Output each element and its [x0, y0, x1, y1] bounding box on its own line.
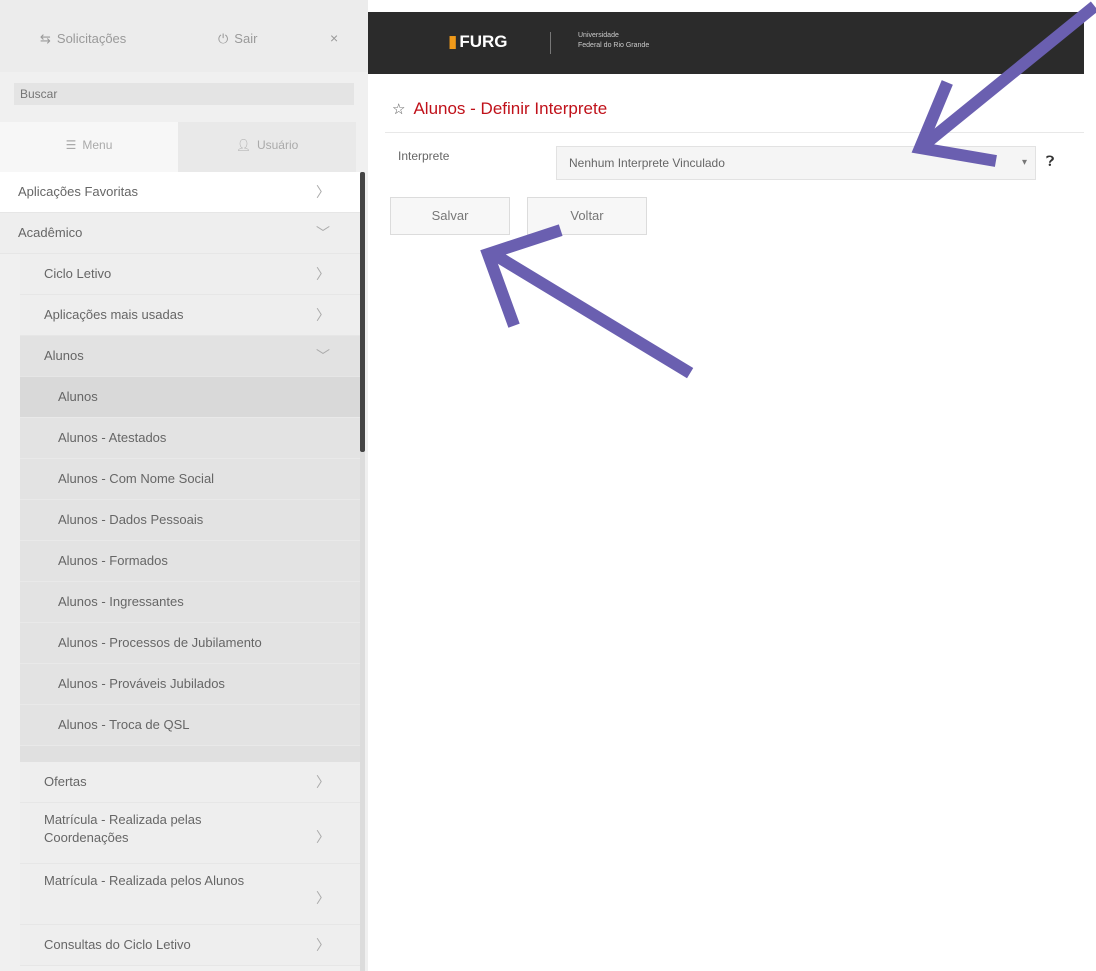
chevron-right-icon: 〉 — [316, 829, 330, 845]
menu-item-alunos-troca-qsl[interactable]: Alunos - Troca de QSL — [20, 705, 360, 746]
menu-item-consultas[interactable]: Consultas do Ciclo Letivo 〉 — [20, 925, 360, 966]
page-title: ☆ Alunos - Definir Interprete — [392, 99, 607, 119]
chevron-right-icon: 〉 — [316, 184, 330, 200]
menu-item-label: Matrícula - Realizada pelas Coordenações — [44, 812, 202, 845]
chevron-down-icon: ﹀ — [316, 225, 330, 241]
menu-item-matricula-alunos[interactable]: Matrícula - Realizada pelos Alunos 〉 — [20, 864, 360, 925]
chevron-right-icon: 〉 — [316, 937, 330, 953]
back-button[interactable]: Voltar — [527, 197, 647, 235]
chevron-down-icon: ▾ — [1021, 157, 1027, 168]
chevron-right-icon: 〉 — [316, 890, 330, 906]
menu-item-label: Matrícula - Realizada pelos Alunos — [44, 873, 245, 888]
tab-user-label: Usuário — [256, 138, 299, 152]
tab-user[interactable]: 👤︎ Usuário — [178, 122, 356, 172]
menu-item-favorites[interactable]: Aplicações Favoritas 〉 — [0, 172, 360, 213]
help-icon[interactable]: ❓︎ — [1046, 153, 1054, 170]
interprete-select[interactable]: Nenhum Interprete Vinculado ▾ — [556, 146, 1036, 180]
logo-subtitle: Universidade Federal do Rio Grande — [578, 31, 649, 51]
scrollbar-track[interactable] — [360, 452, 365, 971]
search-input[interactable] — [14, 83, 354, 105]
menu-item-alunos-formados[interactable]: Alunos - Formados — [20, 541, 360, 582]
menu-item-alunos-nome-social[interactable]: Alunos - Com Nome Social — [20, 459, 360, 500]
interprete-label: Interprete — [398, 149, 450, 163]
interprete-select-value: Nenhum Interprete Vinculado — [569, 156, 725, 170]
user-icon: 👤︎ — [235, 138, 251, 152]
menu-item-academic[interactable]: Acadêmico ﹀ — [0, 213, 360, 254]
menu-item-alunos-atestados[interactable]: Alunos - Atestados — [20, 418, 360, 459]
menu-item-alunos[interactable]: Alunos ﹀ — [20, 336, 360, 377]
menu-item-ofertas[interactable]: Ofertas 〉 — [20, 762, 360, 803]
sidebar: ⇆ Solicitações ⏻ Sair × ☰ Menu 👤︎ Usuário Ap… — [0, 0, 368, 971]
menu-item-label: Alunos — [44, 348, 84, 363]
scrollbar-thumb[interactable] — [360, 172, 365, 452]
chevron-right-icon: 〉 — [316, 266, 330, 282]
chevron-right-icon: 〉 — [316, 774, 330, 790]
menu-item-most-used[interactable]: Aplicações mais usadas 〉 — [20, 295, 360, 336]
logo-subtitle-line2: Federal do Rio Grande — [578, 42, 650, 49]
requests-label: Solicitações — [56, 31, 127, 46]
menu-item-alunos-ingressantes[interactable]: Alunos - Ingressantes — [20, 582, 360, 623]
menu-item-label: Ofertas — [44, 774, 87, 789]
requests-icon: ⇆ — [40, 31, 51, 46]
chevron-down-icon: ﹀ — [316, 348, 330, 364]
menu-item-alunos-provaveis-jubilados[interactable]: Alunos - Prováveis Jubilados — [20, 664, 360, 705]
menu-item-alunos-dados-pessoais[interactable]: Alunos - Dados Pessoais — [20, 500, 360, 541]
logo-divider — [550, 32, 551, 54]
flame-icon: ▮ — [448, 32, 458, 51]
power-icon: ⏻ — [218, 31, 229, 46]
title-divider — [385, 132, 1084, 133]
requests-link[interactable]: ⇆ Solicitações — [40, 31, 126, 47]
sidebar-tabs: ☰ Menu 👤︎ Usuário — [0, 122, 368, 172]
tab-menu-label: Menu — [82, 138, 113, 152]
close-icon[interactable]: × — [330, 30, 338, 46]
alunos-submenu: Alunos Alunos - Atestados Alunos - Com N… — [20, 377, 360, 762]
menu-item-alunos-sub[interactable]: Alunos — [20, 377, 360, 418]
menu-item-label: Aplicações Favoritas — [18, 184, 138, 199]
annotation-arrow-save — [480, 224, 694, 379]
star-icon[interactable]: ☆ — [392, 101, 405, 118]
exit-label: Sair — [234, 31, 258, 46]
header-bar: ▮ FURG Universidade Federal do Rio Grande — [368, 12, 1084, 74]
menu-item-ciclo-letivo[interactable]: Ciclo Letivo 〉 — [20, 254, 360, 295]
menu-item-label: Consultas do Ciclo Letivo — [44, 937, 191, 952]
sidebar-top-bar: ⇆ Solicitações ⏻ Sair × — [0, 0, 368, 72]
save-button[interactable]: Salvar — [390, 197, 510, 235]
logo-subtitle-line1: Universidade — [578, 32, 619, 39]
page-title-text: Alunos - Definir Interprete — [413, 99, 608, 118]
menu-item-label: Acadêmico — [18, 225, 83, 240]
furg-logo[interactable]: ▮ FURG — [448, 32, 508, 52]
academic-submenu: Ciclo Letivo 〉 Aplicações mais usadas 〉 Al… — [20, 254, 360, 966]
tab-menu[interactable]: ☰ Menu — [0, 122, 178, 172]
chevron-right-icon: 〉 — [316, 307, 330, 323]
menu-item-label: Ciclo Letivo — [44, 266, 112, 281]
exit-link[interactable]: ⏻ Sair — [218, 31, 257, 47]
menu-icon: ☰ — [65, 138, 77, 152]
menu-item-alunos-jubilamento[interactable]: Alunos - Processos de Jubilamento — [20, 623, 360, 664]
menu-item-matricula-coordenacoes[interactable]: Matrícula - Realizada pelas Coordenações… — [20, 803, 360, 864]
logo-text: FURG — [459, 32, 508, 51]
sidebar-menu: Aplicações Favoritas 〉 Acadêmico ﹀ Ciclo L… — [0, 172, 360, 966]
menu-item-label: Aplicações mais usadas — [44, 307, 184, 322]
